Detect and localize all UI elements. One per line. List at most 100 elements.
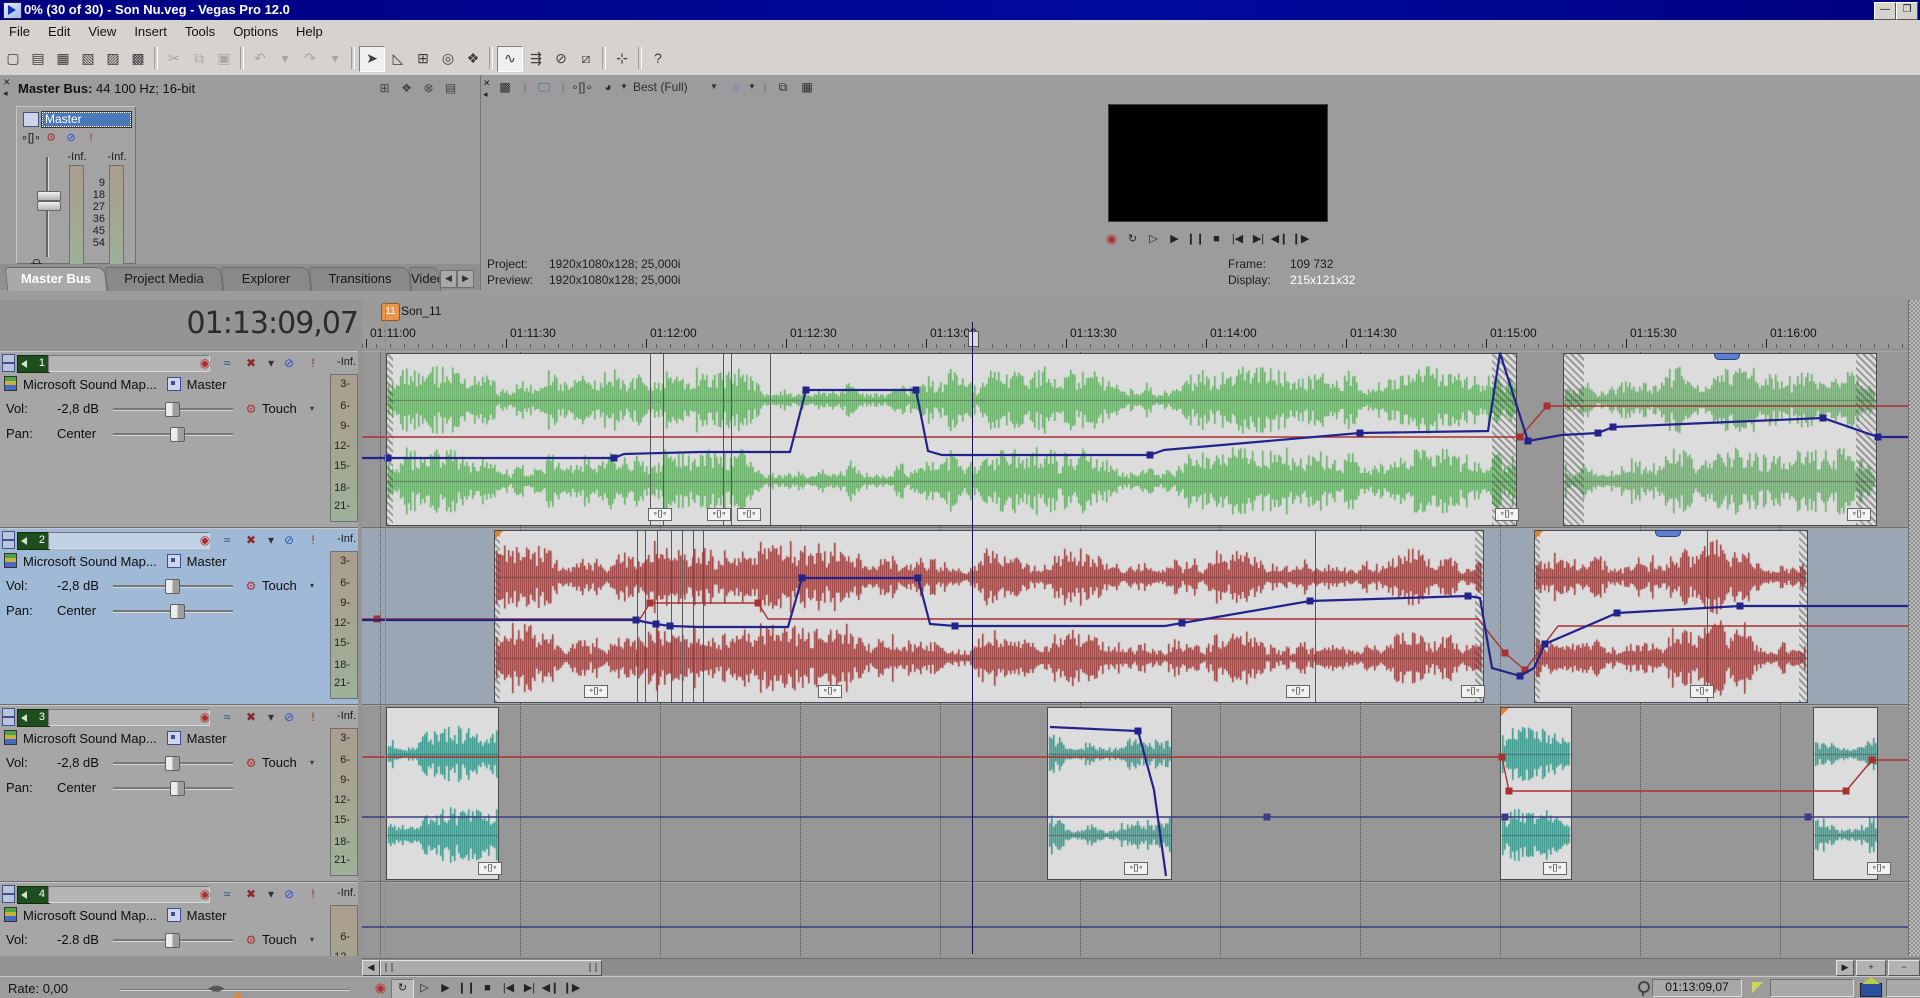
event-split-line[interactable] xyxy=(650,354,651,525)
record-button[interactable]: ◉ xyxy=(370,979,391,997)
volume-slider[interactable] xyxy=(113,939,233,942)
track-header-3[interactable]: 3◉≈✖▾⊘!-Inf.Microsoft Sound Map...Master… xyxy=(0,705,358,882)
audio-event[interactable] xyxy=(386,707,499,880)
phase-invert-icon[interactable]: ! xyxy=(304,709,322,725)
fade-in-region[interactable] xyxy=(495,531,500,702)
fade-in-region[interactable] xyxy=(1535,531,1540,702)
volume-slider[interactable] xyxy=(113,762,233,765)
prev-frame-button[interactable]: ◀❙ xyxy=(540,979,561,997)
audio-event[interactable] xyxy=(1813,707,1878,880)
vertical-scrollbar[interactable] xyxy=(1908,300,1920,956)
mute-icon[interactable]: ✖ xyxy=(242,532,260,548)
minimize-track-icon[interactable] xyxy=(2,708,15,717)
maximize-track-icon[interactable] xyxy=(2,717,15,726)
solo-icon[interactable]: ⊘ xyxy=(280,886,298,902)
go-to-end-button[interactable]: ▶| xyxy=(1248,230,1269,248)
import-media-icon[interactable]: ▨ xyxy=(101,46,125,70)
event-split-line[interactable] xyxy=(1707,531,1708,702)
save-project-icon[interactable]: ▦ xyxy=(51,46,75,70)
insert-fx-icon[interactable]: ❖ xyxy=(398,80,415,96)
status-selection-start[interactable] xyxy=(1770,979,1854,997)
copy-snapshot-icon[interactable]: ⧉ xyxy=(773,78,793,96)
solo-icon[interactable]: ⊘ xyxy=(280,532,298,548)
pan-slider[interactable] xyxy=(113,787,233,790)
phase-invert-icon[interactable]: ! xyxy=(304,355,322,371)
automation-dropdown-icon[interactable]: ▾ xyxy=(310,581,314,590)
snapping-icon[interactable]: ⊹ xyxy=(610,46,634,70)
cut-icon[interactable]: ✂ xyxy=(162,46,186,70)
solo-icon[interactable]: ⊘ xyxy=(280,355,298,371)
record-arm-icon[interactable]: ◉ xyxy=(196,355,214,371)
quality-dropdown-icon-2[interactable]: ▼ xyxy=(709,78,719,96)
menu-options[interactable]: Options xyxy=(224,20,287,42)
video-output-fx-icon[interactable]: ∘[]∘ xyxy=(569,78,595,96)
mute-icon[interactable]: ✖ xyxy=(242,355,260,371)
track-name-field[interactable] xyxy=(48,886,210,903)
copy-icon[interactable]: ⧉ xyxy=(187,46,211,70)
menu-insert[interactable]: Insert xyxy=(125,20,176,42)
volume-value[interactable]: -2.8 dB xyxy=(57,932,119,947)
bus-name[interactable]: Master xyxy=(187,377,227,392)
go-to-start-button[interactable]: |◀ xyxy=(1227,230,1248,248)
track-envelope-icon[interactable]: ≈ xyxy=(218,886,236,902)
tab-scroll-right-icon[interactable]: ▶ xyxy=(457,270,474,288)
fade-out-region[interactable] xyxy=(1475,531,1483,702)
plugin-chain-icon[interactable]: ∘[]∘ xyxy=(21,131,37,145)
paste-icon[interactable]: ▣ xyxy=(212,46,236,70)
tab-scroll-left-icon[interactable]: ◀ xyxy=(440,270,457,288)
event-split-line[interactable] xyxy=(671,531,672,702)
automation-gear-icon[interactable]: ⚙ xyxy=(244,579,258,593)
volume-value[interactable]: -2,8 dB xyxy=(57,755,119,770)
dock-arrow-icon[interactable]: ◂ xyxy=(483,90,488,99)
grid-overlay-icon[interactable]: # xyxy=(727,78,745,96)
solo-icon[interactable]: ⊘ xyxy=(280,709,298,725)
event-split-line[interactable] xyxy=(637,531,638,702)
track-name-field[interactable] xyxy=(48,709,210,726)
automation-dropdown-icon[interactable]: ▾ xyxy=(310,758,314,767)
audio-event[interactable] xyxy=(1047,707,1172,880)
event-fx-icon[interactable]: ∘[]∘ xyxy=(1286,685,1310,698)
event-fx-icon[interactable]: ∘[]∘ xyxy=(478,862,502,875)
pin-icon[interactable] xyxy=(1638,981,1650,993)
go-to-end-button[interactable]: ▶| xyxy=(519,979,540,997)
device-name[interactable]: Microsoft Sound Map... xyxy=(23,731,157,746)
menu-view[interactable]: View xyxy=(79,20,125,42)
undo-menu-icon[interactable]: ▾ xyxy=(273,46,297,70)
event-fx-icon[interactable]: ∘[]∘ xyxy=(1847,508,1871,521)
zoom-handle-left[interactable] xyxy=(385,963,393,972)
maximize-track-icon[interactable] xyxy=(2,894,15,903)
track-envelope-icon[interactable]: ≈ xyxy=(218,532,236,548)
tab-explorer[interactable]: Explorer xyxy=(221,267,312,291)
record-button[interactable]: ◉ xyxy=(1101,230,1122,248)
maximize-track-icon[interactable] xyxy=(2,540,15,549)
track-envelope-icon[interactable]: ≈ xyxy=(218,709,236,725)
tab-project-media[interactable]: Project Media xyxy=(105,267,224,291)
close-icon[interactable]: ✕ xyxy=(483,79,491,88)
audio-event[interactable] xyxy=(1500,707,1572,880)
audio-event[interactable] xyxy=(1534,530,1808,703)
new-project-icon[interactable]: ▢ xyxy=(1,46,25,70)
audio-event[interactable] xyxy=(386,353,1517,526)
record-arm-icon[interactable]: ◉ xyxy=(196,886,214,902)
device-name[interactable]: Microsoft Sound Map... xyxy=(23,554,157,569)
track-header-4[interactable]: 4◉≈✖▾⊘!-Inf.Microsoft Sound Map...Master… xyxy=(0,882,358,956)
fade-in-region[interactable] xyxy=(387,354,393,525)
tab-video-f[interactable]: Video F xyxy=(409,267,442,291)
track-lane-4[interactable] xyxy=(362,882,1920,956)
play-from-start-button[interactable]: ▷ xyxy=(1143,230,1164,248)
event-split-line[interactable] xyxy=(682,531,683,702)
event-split-line[interactable] xyxy=(703,531,704,702)
event-split-line[interactable] xyxy=(731,354,732,525)
event-fx-icon[interactable]: ∘[]∘ xyxy=(818,685,842,698)
next-frame-button[interactable]: ❙▶ xyxy=(561,979,582,997)
event-split-line[interactable] xyxy=(645,531,646,702)
dim-output-icon[interactable]: ▤ xyxy=(442,80,459,96)
track-name-field[interactable] xyxy=(48,355,210,372)
stop-button[interactable]: ■ xyxy=(477,979,498,997)
audio-event[interactable] xyxy=(1563,353,1877,526)
play-button[interactable]: ▶ xyxy=(1164,230,1185,248)
bus-assign-icon[interactable] xyxy=(167,908,181,922)
volume-value[interactable]: -2,8 dB xyxy=(57,578,119,593)
edit-details-icon[interactable]: ▩ xyxy=(126,46,150,70)
pan-slider[interactable] xyxy=(113,610,233,613)
